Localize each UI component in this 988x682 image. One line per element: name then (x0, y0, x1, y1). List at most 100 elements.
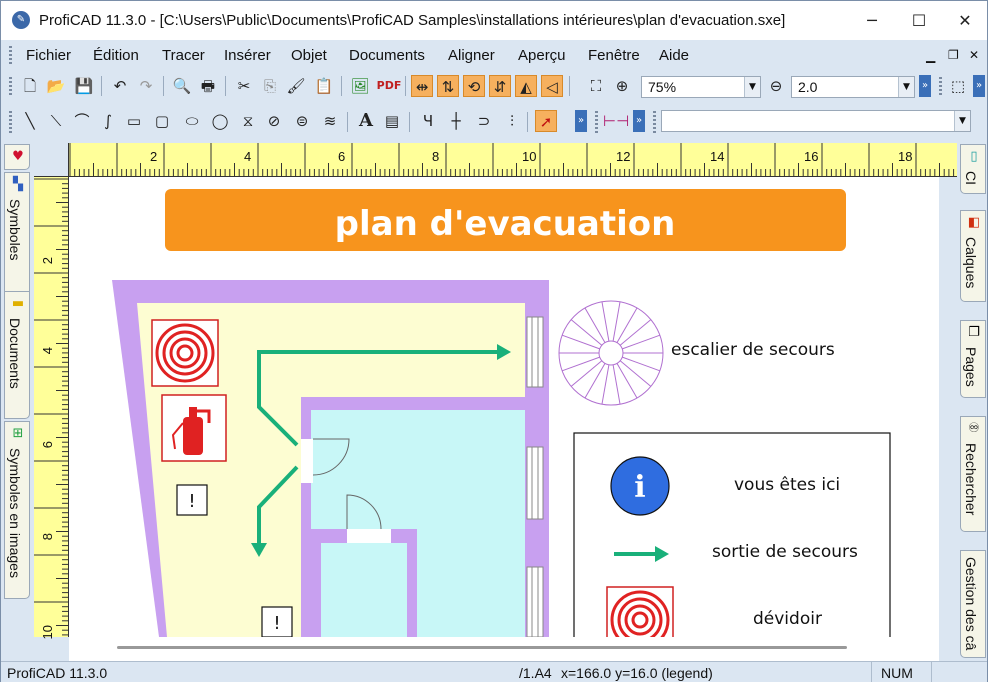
copy-icon[interactable]: ⎘ (259, 75, 281, 97)
paste-icon[interactable]: 📋 (313, 75, 335, 97)
minimize-button[interactable]: ─ (849, 1, 895, 40)
label-tool-icon[interactable]: ⊃ (473, 110, 495, 132)
text-tool-icon[interactable]: A (355, 110, 377, 132)
bowtie-tool-icon[interactable]: ⧖ (237, 110, 259, 132)
mdi-restore-button[interactable]: ❐ (948, 48, 959, 62)
menu-documents[interactable]: Documents (349, 47, 425, 64)
favorites-tab[interactable]: ♥ (4, 144, 30, 170)
open-folder-icon[interactable]: 📂 (45, 75, 67, 97)
menu-tracer[interactable]: Tracer (162, 47, 205, 64)
inner-room-floor[interactable] (321, 543, 407, 637)
evacuation-plan[interactable]: plan d'evacuation ! ! escalier de secour… (69, 177, 939, 637)
new-file-icon[interactable]: 🗋 (19, 75, 41, 97)
menu-bar: Fichier Édition Tracer Insérer Objet Doc… (1, 40, 987, 70)
flip-horizontal-icon[interactable]: ⇹ (411, 75, 433, 97)
horizontal-scrollbar[interactable] (69, 637, 939, 661)
toolbar-grip[interactable] (653, 111, 656, 133)
text-block-tool-icon[interactable]: ▤ (381, 110, 403, 132)
toolbar-overflow-icon[interactable]: » (575, 110, 587, 132)
triangle-left-icon[interactable]: ◁ (541, 75, 563, 97)
tab-rechercher[interactable]: ♾ Rechercher (960, 416, 986, 532)
drawing-canvas[interactable]: plan d'evacuation ! ! escalier de secour… (69, 177, 939, 637)
maximize-button[interactable]: ☐ (896, 1, 942, 40)
tab-gestion-des-cables[interactable]: Gestion des câ (960, 550, 986, 658)
ellipse-tool-icon[interactable]: ⬭ (181, 110, 203, 132)
menu-edition[interactable]: Édition (93, 47, 139, 64)
chevron-down-icon[interactable]: ▼ (954, 111, 970, 131)
polyline-tool-icon[interactable]: ⟍ (45, 110, 67, 132)
toolbar-overflow-icon[interactable]: » (973, 75, 985, 97)
horizontal-scrollbar-thumb[interactable] (117, 646, 847, 649)
menu-aligner[interactable]: Aligner (448, 47, 495, 64)
mirror-down-icon[interactable]: ⇵ (489, 75, 511, 97)
dimension-tool-icon[interactable]: ⊢⊣ (603, 110, 629, 132)
toolbar-grip[interactable] (939, 77, 942, 97)
select-arrow-icon[interactable]: ➚ (535, 110, 557, 132)
tab-calques-label: Calques (963, 237, 979, 289)
curve-tool-icon[interactable]: ∫ (97, 110, 119, 132)
format-painter-icon[interactable]: 🖌 (285, 75, 307, 97)
hose-reel-icon[interactable] (151, 319, 219, 387)
chevron-down-icon[interactable]: ▼ (898, 77, 914, 97)
toolbar-overflow-icon[interactable]: » (633, 110, 645, 132)
rotate-left-icon[interactable]: ⟲ (463, 75, 485, 97)
menu-apercu[interactable]: Aperçu (518, 47, 566, 64)
menu-inserer[interactable]: Insérer (224, 47, 271, 64)
circle-tool-icon[interactable]: ◯ (209, 110, 231, 132)
tab-pages[interactable]: ❐ Pages (960, 320, 986, 398)
door-opening[interactable] (347, 529, 391, 543)
menu-objet[interactable]: Objet (291, 47, 327, 64)
rectangle-tool-icon[interactable]: ▭ (123, 110, 145, 132)
stair-label: escalier de secours (671, 340, 835, 360)
tab-symboles-en-images[interactable]: ⊞ Symboles en images (4, 421, 30, 599)
save-icon[interactable]: 💾 (73, 75, 95, 97)
export-image-icon[interactable]: 🖼 (349, 75, 371, 97)
zoom-fit-icon[interactable]: ⛶ (585, 75, 607, 97)
toolbar-overflow-icon[interactable]: » (919, 75, 931, 97)
menu-fenetre[interactable]: Fenêtre (588, 47, 640, 64)
cut-icon[interactable]: ✂ (233, 75, 255, 97)
warning-box-icon[interactable]: ! (176, 484, 208, 516)
undo-icon[interactable]: ↶ (109, 75, 131, 97)
junction-tool-icon[interactable]: ┼ (445, 110, 467, 132)
warning-box-icon[interactable]: ! (261, 606, 293, 637)
tab-calques[interactable]: ◧ Calques (960, 210, 986, 302)
zoom-out-icon[interactable]: ⊖ (765, 75, 787, 97)
fire-extinguisher-icon[interactable] (161, 394, 227, 462)
hatch-tool-icon[interactable]: ⊘ (263, 110, 285, 132)
export-pdf-icon[interactable]: PDF (375, 75, 403, 97)
bus-tool-icon[interactable]: ⫶ (501, 110, 523, 132)
redo-icon[interactable]: ↷ (135, 75, 157, 97)
select-frame-icon[interactable]: ⬚ (947, 75, 969, 97)
line-tool-icon[interactable]: ╲ (19, 110, 41, 132)
spiral-staircase-icon[interactable] (558, 300, 664, 406)
hatch-ellipse-tool-icon[interactable]: ⊜ (291, 110, 313, 132)
right-dock: ▯ CI ◧ Calques ❐ Pages ♾ Rechercher Gest… (959, 140, 987, 661)
print-icon[interactable]: 🖶 (197, 75, 219, 97)
toolbar-grip[interactable] (9, 111, 12, 133)
chevron-down-icon[interactable]: ▼ (744, 77, 760, 97)
layer-combo[interactable]: ▼ (661, 110, 971, 132)
arc-tool-icon[interactable]: ⌒ (71, 110, 93, 132)
close-button[interactable]: ✕ (942, 1, 988, 40)
hatch-equal-tool-icon[interactable]: ≋ (319, 110, 341, 132)
toolbar-grip[interactable] (595, 111, 598, 133)
folder-icon: ▬ (11, 296, 25, 311)
print-preview-icon[interactable]: 🔍 (171, 75, 193, 97)
door-opening[interactable] (301, 439, 313, 483)
mirror-up-icon[interactable]: ⇅ (437, 75, 459, 97)
zoom-combo[interactable]: 75% ▼ (641, 76, 761, 98)
menu-fichier[interactable]: Fichier (26, 47, 71, 64)
tab-ci[interactable]: ▯ CI (960, 144, 986, 194)
line-width-combo[interactable]: 2.0 ▼ (791, 76, 915, 98)
mdi-minimize-button[interactable]: ▁ (926, 49, 935, 63)
rounded-rect-tool-icon[interactable]: ▢ (151, 110, 173, 132)
wire-tool-icon[interactable]: Ч (417, 110, 439, 132)
triangle-right-icon[interactable]: ◭ (515, 75, 537, 97)
toolbar-grip[interactable] (9, 77, 12, 97)
mdi-close-button[interactable]: ✕ (969, 48, 979, 62)
zoom-in-icon[interactable]: ⊕ (611, 75, 633, 97)
tab-documents[interactable]: ▬ Documents (4, 291, 30, 419)
menu-grip[interactable] (9, 46, 12, 64)
menu-aide[interactable]: Aide (659, 47, 689, 64)
